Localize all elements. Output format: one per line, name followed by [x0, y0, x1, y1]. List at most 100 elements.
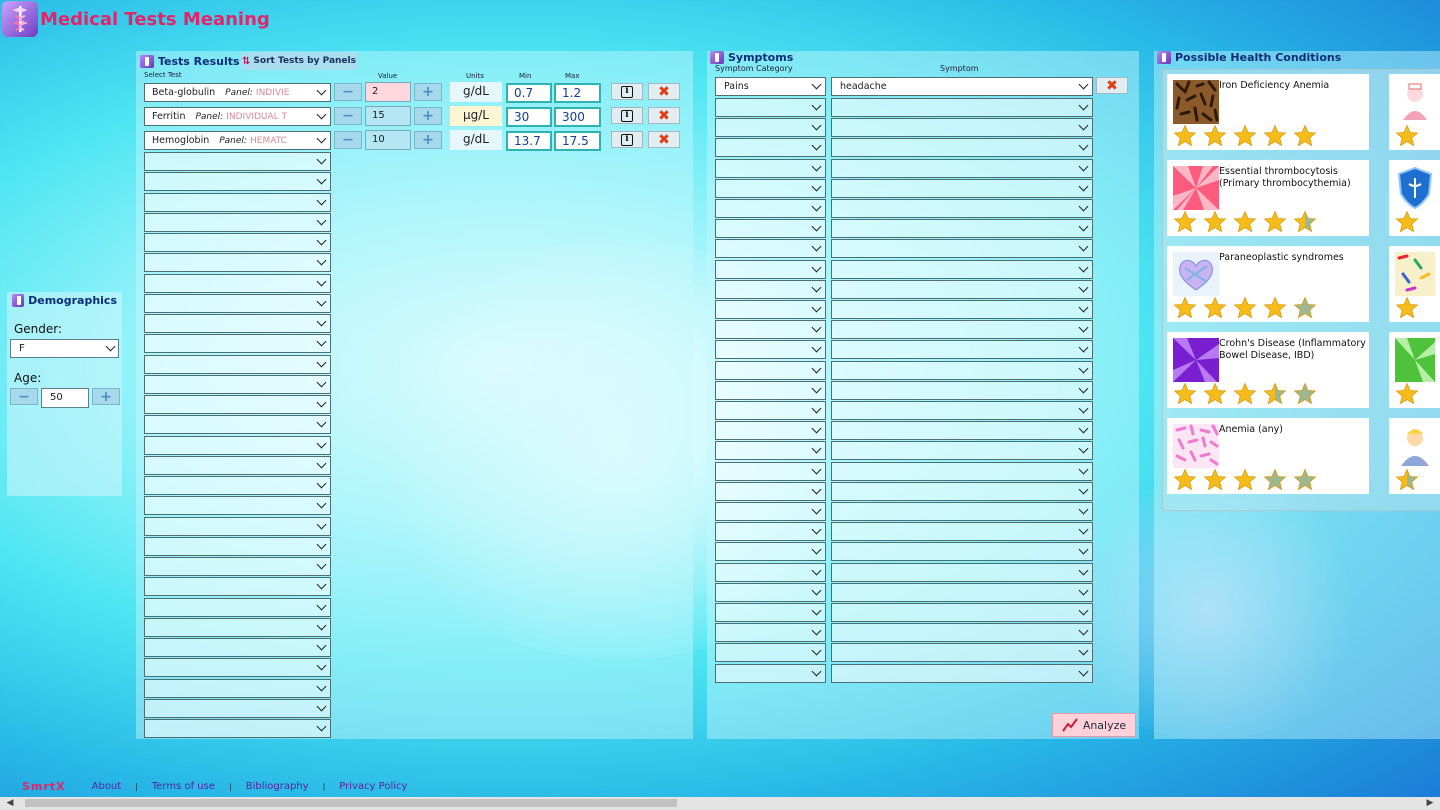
test-select-row[interactable]: Hemoglobin Panel: HEMATC [144, 131, 331, 150]
symptom-category-select-empty[interactable] [715, 421, 826, 441]
symptom-select-empty[interactable] [831, 300, 1093, 319]
symptom-category-select-empty[interactable] [715, 502, 826, 521]
symptom-select-empty[interactable] [831, 663, 1093, 683]
symptom-category-select[interactable]: Pains [715, 77, 826, 96]
symptom-category-select-empty[interactable] [715, 542, 826, 562]
symptom-category-select-empty[interactable] [715, 158, 826, 178]
symptom-category-select-empty[interactable] [715, 300, 826, 319]
info-button[interactable]: i [611, 131, 643, 148]
test-select-empty[interactable] [144, 597, 331, 617]
test-select-empty[interactable] [144, 476, 331, 495]
test-select-empty[interactable] [144, 192, 331, 212]
value-increment-button[interactable]: + [414, 107, 442, 125]
test-select-empty[interactable] [144, 253, 331, 273]
symptom-category-select-empty[interactable] [715, 219, 826, 239]
symptom-select-empty[interactable] [831, 360, 1093, 380]
symptom-select-empty[interactable] [831, 259, 1093, 279]
test-select-empty[interactable] [144, 496, 331, 516]
condition-card-partial[interactable] [1389, 332, 1440, 408]
sort-tests-button[interactable]: ⇅ Sort Tests by Panels [241, 52, 357, 70]
test-select-empty[interactable] [144, 212, 331, 232]
remove-test-button[interactable]: ✖ [648, 83, 680, 100]
about-link[interactable]: About [92, 781, 122, 792]
condition-card[interactable]: Paraneoplastic syndromes [1167, 246, 1369, 322]
symptom-category-select-empty[interactable] [715, 320, 826, 340]
symptom-select-empty[interactable] [831, 279, 1093, 299]
symptom-category-select-empty[interactable] [715, 279, 826, 299]
condition-card-partial[interactable] [1389, 418, 1440, 494]
symptom-category-select-empty[interactable] [715, 380, 826, 400]
privacy-link[interactable]: Privacy Policy [339, 781, 407, 792]
test-select-empty[interactable] [144, 374, 331, 394]
remove-symptom-button[interactable]: ✖ [1096, 77, 1128, 94]
test-select-empty[interactable] [144, 172, 331, 192]
value-decrement-button[interactable]: − [334, 107, 362, 125]
test-select-empty[interactable] [144, 334, 331, 354]
test-select-empty[interactable] [144, 638, 331, 657]
test-select-empty[interactable] [144, 698, 331, 718]
symptom-select-empty[interactable] [831, 138, 1093, 158]
symptom-select-empty[interactable] [831, 562, 1093, 582]
symptom-select-empty[interactable] [831, 219, 1093, 239]
symptom-select-empty[interactable] [831, 542, 1093, 562]
symptom-select-empty[interactable] [831, 178, 1093, 198]
test-select-empty[interactable] [144, 354, 331, 374]
condition-card[interactable]: Essential thrombocytosis (Primary thromb… [1167, 160, 1369, 236]
symptom-select-empty[interactable] [831, 522, 1093, 542]
age-increment-button[interactable]: + [92, 388, 120, 405]
symptom-select-empty[interactable] [831, 239, 1093, 259]
test-select-empty[interactable] [144, 435, 331, 455]
value-input[interactable]: 2 [365, 82, 411, 102]
age-input[interactable]: 50 [41, 388, 89, 408]
test-select-empty[interactable] [144, 516, 331, 536]
symptom-category-select-empty[interactable] [715, 623, 826, 643]
symptom-select-empty[interactable] [831, 320, 1093, 340]
test-select-empty[interactable] [144, 233, 331, 252]
symptom-select-empty[interactable] [831, 380, 1093, 400]
horizontal-scrollbar[interactable]: ◀ ▶ [0, 797, 1440, 810]
test-select-empty[interactable] [144, 536, 331, 556]
symptom-category-select-empty[interactable] [715, 118, 826, 138]
value-input[interactable]: 15 [365, 106, 411, 126]
symptom-category-select-empty[interactable] [715, 522, 826, 542]
symptom-category-select-empty[interactable] [715, 239, 826, 259]
gender-select[interactable]: F [10, 339, 119, 358]
age-decrement-button[interactable]: − [10, 388, 38, 405]
info-button[interactable]: i [611, 107, 643, 124]
symptom-select-empty[interactable] [831, 461, 1093, 481]
terms-link[interactable]: Terms of use [152, 781, 215, 792]
scroll-right-icon[interactable]: ▶ [1420, 797, 1440, 810]
test-select-empty[interactable] [144, 617, 331, 637]
test-select-empty[interactable] [144, 415, 331, 435]
remove-test-button[interactable]: ✖ [648, 131, 680, 148]
condition-card[interactable]: Anemia (any) [1167, 418, 1369, 494]
bibliography-link[interactable]: Bibliography [246, 781, 309, 792]
symptom-select-empty[interactable] [831, 158, 1093, 178]
symptom-category-select-empty[interactable] [715, 98, 826, 117]
test-select-empty[interactable] [144, 719, 331, 738]
value-decrement-button[interactable]: − [334, 83, 362, 101]
value-decrement-button[interactable]: − [334, 131, 362, 149]
test-select-empty[interactable] [144, 314, 331, 333]
remove-test-button[interactable]: ✖ [648, 107, 680, 124]
symptom-category-select-empty[interactable] [715, 199, 826, 218]
condition-card-partial[interactable] [1389, 160, 1440, 236]
symptom-select-empty[interactable] [831, 582, 1093, 602]
symptom-select-empty[interactable] [831, 643, 1093, 663]
symptom-category-select-empty[interactable] [715, 360, 826, 380]
symptom-select-empty[interactable] [831, 502, 1093, 521]
symptom-category-select-empty[interactable] [715, 441, 826, 461]
test-select-empty[interactable] [144, 678, 331, 698]
symptom-select-empty[interactable] [831, 603, 1093, 622]
symptom-category-select-empty[interactable] [715, 401, 826, 420]
condition-card[interactable]: Iron Deficiency Anemia [1167, 74, 1369, 150]
symptom-select-empty[interactable] [831, 481, 1093, 501]
test-select-empty[interactable] [144, 293, 331, 313]
symptom-select-empty[interactable] [831, 118, 1093, 138]
symptom-category-select-empty[interactable] [715, 481, 826, 501]
symptom-category-select-empty[interactable] [715, 663, 826, 683]
symptom-category-select-empty[interactable] [715, 582, 826, 602]
symptom-select-empty[interactable] [831, 421, 1093, 441]
symptom-category-select-empty[interactable] [715, 603, 826, 622]
test-select-empty[interactable] [144, 395, 331, 414]
